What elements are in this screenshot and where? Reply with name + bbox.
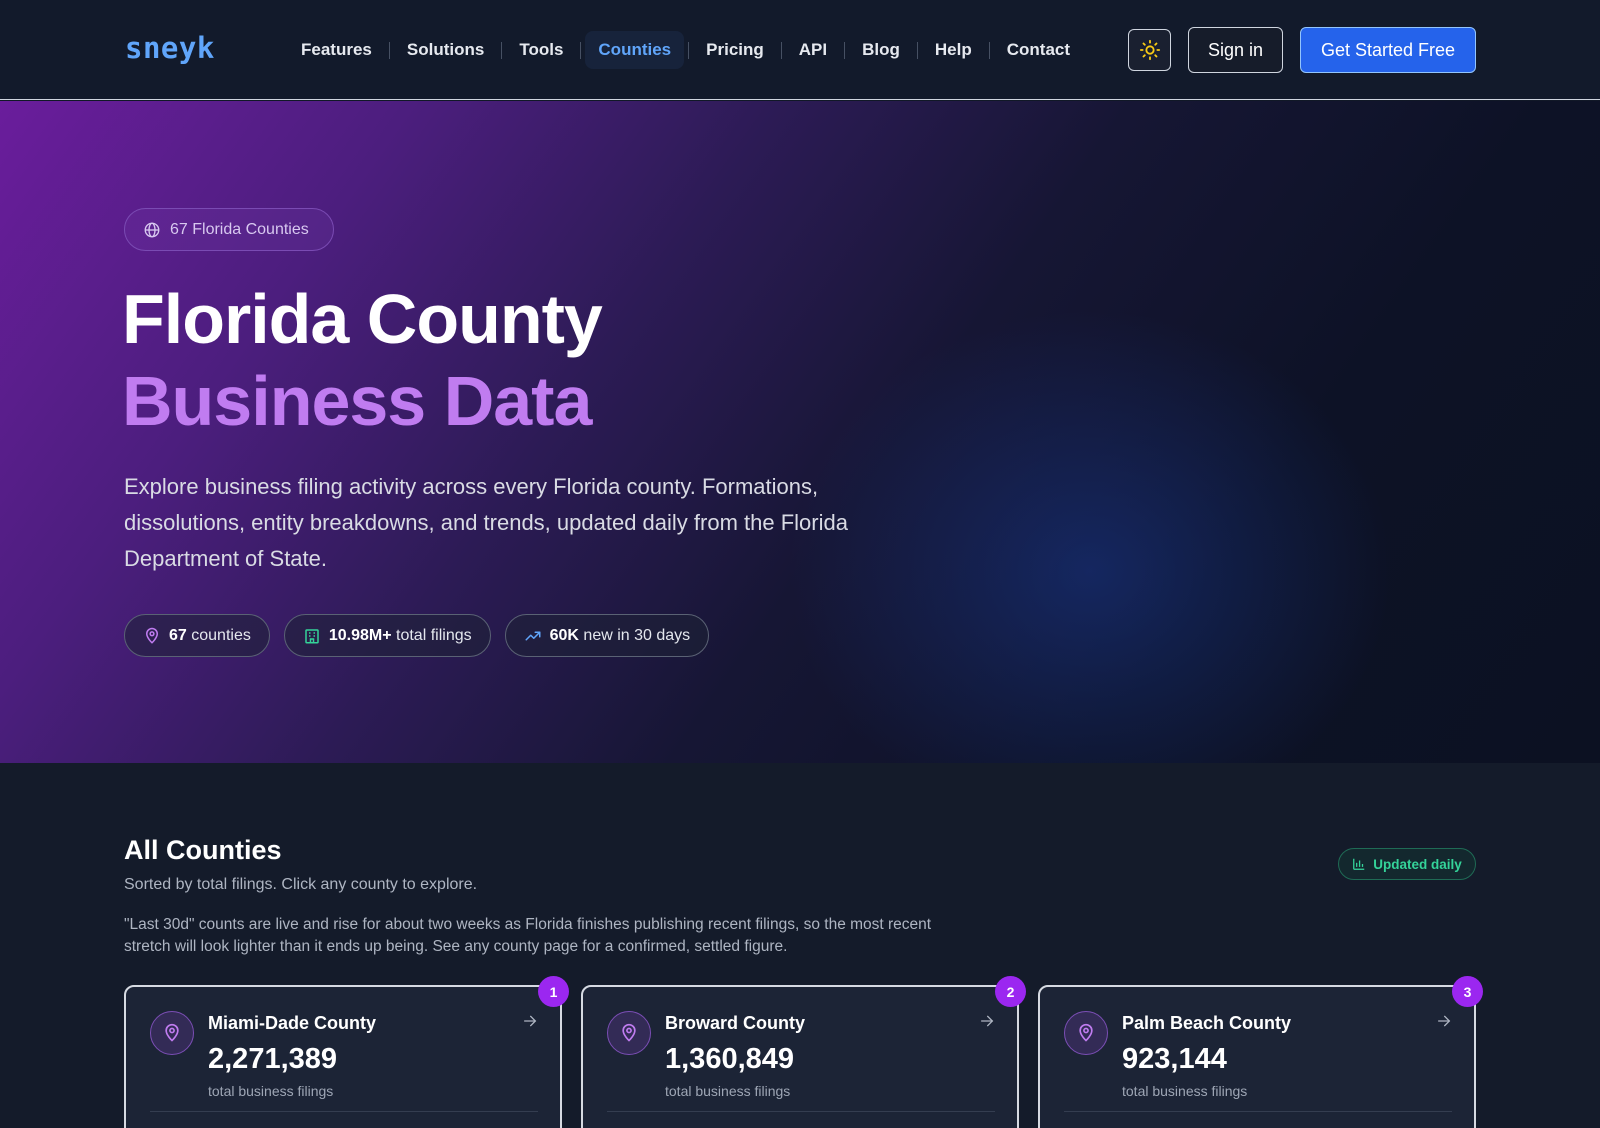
counties-badge: 67 Florida Counties [124, 208, 334, 251]
stat-value: 67 [169, 626, 187, 644]
updated-daily-label: Updated daily [1373, 856, 1462, 872]
county-name: Palm Beach County [1122, 1013, 1292, 1033]
arrow-right-icon [524, 1015, 537, 1027]
stat-value: 60K [549, 626, 579, 644]
globe-icon [144, 222, 160, 237]
county-filing-count: 2,271,389 [208, 1043, 338, 1075]
trending-up-icon [525, 631, 541, 640]
section-subtitle: Sorted by total filings. Click any count… [124, 876, 478, 893]
county-filing-label: total business filings [208, 1083, 334, 1099]
nav-link-blog[interactable]: Blog [849, 31, 913, 69]
county-card-miami-dade[interactable]: 1 Miami-Dade County 2,271,389 total busi… [124, 976, 569, 1128]
stat-counties: 67 counties [124, 614, 270, 657]
county-filing-label: total business filings [1122, 1083, 1248, 1099]
card-divider [607, 1111, 995, 1112]
nav-link-tools[interactable]: Tools [506, 31, 576, 69]
counties-badge-label: 67 Florida Counties [170, 220, 309, 238]
rank-badge: 3 [1452, 976, 1483, 1007]
hero-description: Explore business filing activity across … [124, 474, 848, 571]
nav-divider [501, 41, 503, 59]
county-name: Broward County [665, 1013, 806, 1033]
get-started-button[interactable]: Get Started Free [1300, 27, 1476, 73]
county-card-broward[interactable]: 2 Broward County 1,360,849 total busines… [581, 976, 1026, 1128]
arrow-right-icon [981, 1015, 994, 1027]
all-counties-section: All Counties Sorted by total filings. Cl… [0, 763, 1600, 1128]
building-icon [305, 628, 319, 643]
section-note: "Last 30d" counts are live and rise for … [124, 916, 932, 955]
nav-link-pricing[interactable]: Pricing [693, 31, 777, 69]
stat-label: counties [191, 626, 251, 644]
theme-toggle-button[interactable] [1128, 29, 1171, 71]
county-pin [150, 1011, 194, 1055]
nav-link-features[interactable]: Features [288, 31, 385, 69]
county-filing-label: total business filings [665, 1083, 791, 1099]
nav-divider [780, 41, 782, 59]
nav-divider [916, 41, 918, 59]
arrow-right-icon [1438, 1015, 1451, 1027]
county-name: Miami-Dade County [208, 1013, 377, 1033]
rank-badge: 1 [538, 976, 569, 1007]
stat-value: 10.98M+ [328, 626, 392, 644]
map-pin-icon [622, 1023, 636, 1042]
hero-title-highlight: Business Data [122, 362, 592, 440]
nav-link-solutions[interactable]: Solutions [394, 31, 497, 69]
card-divider [1064, 1111, 1452, 1112]
county-filing-count: 923,144 [1122, 1043, 1227, 1075]
stat-new-30-days: 60K new in 30 days [504, 614, 710, 657]
hero-title: Florida County [122, 280, 603, 358]
bar-chart-icon [1353, 858, 1365, 870]
county-filing-count: 1,360,849 [665, 1043, 795, 1075]
map-pin-icon [145, 627, 159, 644]
map-pin-icon [165, 1023, 179, 1042]
card-divider [150, 1111, 538, 1112]
nav-divider [580, 41, 582, 59]
hero-section: 67 Florida Counties Florida County Busin… [0, 101, 1600, 763]
hero-stats: 67 counties 10.98M+ total filings 60K ne… [124, 614, 710, 657]
top-navigation: sneyk Features Solutions Tools Counties … [0, 0, 1600, 100]
stat-total-filings: 10.98M+ total filings [283, 614, 491, 657]
sun-icon [1139, 39, 1160, 61]
sign-in-button[interactable]: Sign in [1188, 27, 1283, 73]
logo[interactable]: sneyk [125, 31, 215, 65]
section-title: All Counties [124, 835, 282, 865]
nav-links: Features Solutions Tools Counties Pricin… [288, 31, 1083, 69]
county-pin [1064, 1011, 1108, 1055]
stat-label: new in 30 days [583, 626, 691, 644]
nav-divider [988, 41, 990, 59]
stat-label: total filings [396, 626, 472, 644]
county-card-palm-beach[interactable]: 3 Palm Beach County 923,144 total busine… [1038, 976, 1483, 1128]
nav-divider [388, 41, 390, 59]
nav-divider [688, 41, 690, 59]
nav-link-counties[interactable]: Counties [585, 31, 685, 69]
nav-divider [844, 41, 846, 59]
map-pin-icon [1079, 1023, 1093, 1042]
nav-link-contact[interactable]: Contact [994, 31, 1083, 69]
updated-daily-badge: Updated daily [1338, 848, 1476, 880]
nav-link-help[interactable]: Help [922, 31, 985, 69]
nav-link-api[interactable]: API [786, 31, 840, 69]
rank-badge: 2 [995, 976, 1026, 1007]
county-pin [607, 1011, 651, 1055]
